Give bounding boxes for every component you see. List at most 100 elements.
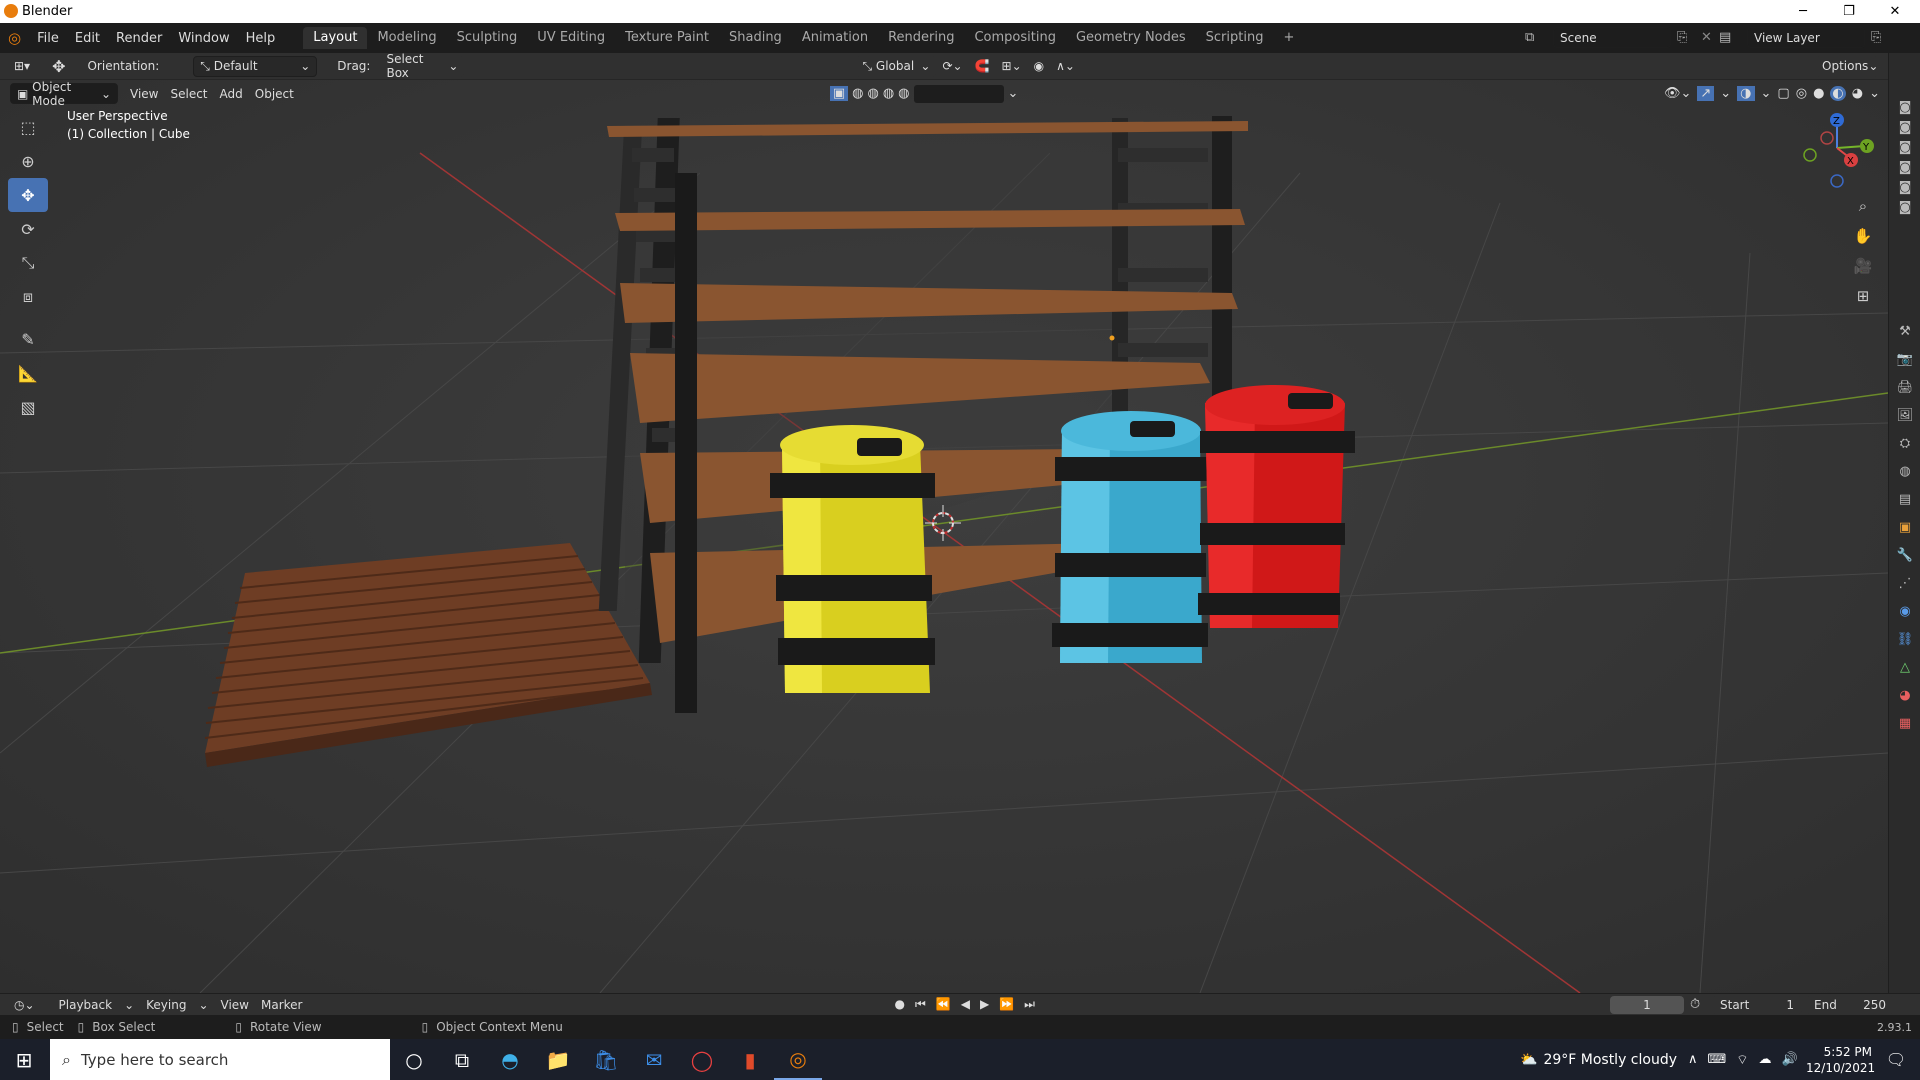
rotate-icon[interactable]: ⟳: [8, 212, 48, 246]
snap-icon[interactable]: 🧲: [969, 59, 996, 73]
menu-render[interactable]: Render: [108, 31, 170, 46]
office-icon[interactable]: ▮: [726, 1039, 774, 1080]
next-keyframe-icon[interactable]: ⏩: [999, 997, 1014, 1012]
keying-chevron-icon[interactable]: ⌄: [192, 998, 214, 1012]
data-properties-icon[interactable]: △: [1889, 653, 1920, 681]
tab-texture-paint[interactable]: Texture Paint: [615, 27, 719, 49]
search-input[interactable]: [913, 84, 1004, 103]
add-workspace-button[interactable]: +: [1273, 27, 1304, 49]
tab-animation[interactable]: Animation: [792, 27, 878, 49]
hand-icon[interactable]: ✋: [1850, 223, 1876, 249]
constraint-properties-icon[interactable]: ⛓: [1889, 625, 1920, 653]
current-frame-field[interactable]: 1: [1610, 995, 1684, 1014]
camera-icon[interactable]: 🎥: [1850, 253, 1876, 279]
opera-browser-icon[interactable]: ◯: [678, 1039, 726, 1080]
select-new-icon[interactable]: ▣: [829, 86, 849, 101]
record-icon[interactable]: ●: [894, 997, 904, 1012]
gizmo-toggle-icon[interactable]: ↗: [1697, 86, 1715, 101]
gizmo-chevron-icon[interactable]: ⌄: [1720, 86, 1731, 101]
collection-properties-icon[interactable]: ▤: [1889, 485, 1920, 513]
view-layer-icon[interactable]: ▤: [1719, 30, 1747, 45]
pivot-icon[interactable]: ⟳⌄: [936, 59, 968, 73]
snap-target-icon[interactable]: ⊞⌄: [996, 59, 1028, 73]
camera-icon[interactable]: ◙: [1889, 157, 1920, 177]
physics-properties-icon[interactable]: ◉: [1889, 597, 1920, 625]
grid-icon[interactable]: ⊞: [1850, 283, 1876, 309]
menu-select[interactable]: Select: [164, 87, 213, 101]
view-layer-new-icon[interactable]: ⎘: [1871, 30, 1895, 45]
tab-modeling[interactable]: Modeling: [367, 27, 446, 49]
preview-range-icon[interactable]: ⏱: [1690, 997, 1700, 1012]
view-layer-field[interactable]: View Layer: [1747, 27, 1865, 48]
notification-icon[interactable]: 🗨: [1872, 1039, 1920, 1080]
texture-properties-icon[interactable]: ▦: [1889, 709, 1920, 737]
timeline-view-menu[interactable]: View: [215, 998, 255, 1012]
playback-chevron-icon[interactable]: ⌄: [118, 998, 140, 1012]
3d-viewport[interactable]: [0, 53, 1888, 993]
menu-file[interactable]: File: [29, 31, 67, 46]
scene-new-icon[interactable]: ⎘: [1677, 30, 1701, 45]
editor-type-icon[interactable]: ⊞▾: [8, 59, 36, 73]
select-extend-icon[interactable]: ◍: [852, 86, 863, 101]
maximize-button[interactable]: ❐: [1826, 0, 1872, 23]
device-icon[interactable]: ⌨: [1708, 1052, 1727, 1068]
tab-sculpting[interactable]: Sculpting: [447, 27, 528, 49]
select-intersect-icon[interactable]: ◍: [898, 86, 909, 101]
chevron-up-icon[interactable]: ∧: [1688, 1052, 1698, 1068]
material-properties-icon[interactable]: ◕: [1889, 681, 1920, 709]
jump-end-icon[interactable]: ⏭: [1024, 997, 1035, 1012]
blender-menu-icon[interactable]: ◎: [0, 29, 29, 47]
measure-icon[interactable]: 📐: [8, 356, 48, 390]
menu-help[interactable]: Help: [238, 31, 284, 46]
scene-name-field[interactable]: Scene: [1553, 27, 1671, 48]
onedrive-icon[interactable]: ☁: [1759, 1052, 1772, 1068]
menu-add[interactable]: Add: [214, 87, 249, 101]
output-properties-icon[interactable]: 🖨: [1889, 373, 1920, 401]
render-properties-icon[interactable]: 📷: [1889, 345, 1920, 373]
world-properties-icon[interactable]: ◍: [1889, 457, 1920, 485]
tab-geometry-nodes[interactable]: Geometry Nodes: [1066, 27, 1196, 49]
weather-widget[interactable]: ⛅ 29°F Mostly cloudy: [1520, 1052, 1677, 1068]
mail-icon[interactable]: ✉: [630, 1039, 678, 1080]
rendered-shading-icon[interactable]: ◕: [1852, 86, 1863, 101]
edge-browser-icon[interactable]: ◓: [486, 1039, 534, 1080]
select-invert-icon[interactable]: ◍: [883, 86, 894, 101]
tab-compositing[interactable]: Compositing: [964, 27, 1066, 49]
select-box-icon[interactable]: ⬚: [8, 110, 48, 144]
prev-keyframe-icon[interactable]: ⏪: [936, 997, 951, 1012]
menu-window[interactable]: Window: [170, 31, 237, 46]
taskbar-search-box[interactable]: ⌕ Type here to search: [50, 1039, 390, 1080]
tab-uv-editing[interactable]: UV Editing: [527, 27, 615, 49]
select-subtract-icon[interactable]: ◍: [867, 86, 878, 101]
cursor-icon[interactable]: ⊕: [8, 144, 48, 178]
wireframe-shading-icon[interactable]: ◎: [1796, 86, 1807, 101]
cortana-icon[interactable]: ○: [390, 1039, 438, 1080]
zoom-icon[interactable]: ⌕: [1850, 193, 1876, 219]
camera-icon[interactable]: ◙: [1889, 97, 1920, 117]
scale-icon[interactable]: ⤡: [8, 246, 48, 280]
wifi-icon[interactable]: ⌔: [1736, 1052, 1748, 1068]
tab-scripting[interactable]: Scripting: [1196, 27, 1274, 49]
scene-close-icon[interactable]: ✕: [1701, 30, 1719, 45]
drag-dropdown[interactable]: Select Box ⌄: [380, 52, 465, 80]
transform-icon[interactable]: ⧈: [8, 280, 48, 314]
filter-chevron-icon[interactable]: ⌄: [1008, 86, 1019, 101]
shading-chevron-icon[interactable]: ⌄: [1869, 86, 1880, 101]
annotate-icon[interactable]: ✎: [8, 322, 48, 356]
visibility-icon[interactable]: 👁⌄: [1664, 86, 1691, 101]
camera-icon[interactable]: ◙: [1889, 177, 1920, 197]
marker-menu[interactable]: Marker: [255, 998, 308, 1012]
jump-start-icon[interactable]: ⏮: [915, 997, 926, 1012]
keying-menu[interactable]: Keying: [140, 998, 192, 1012]
start-frame-field[interactable]: Start 1: [1712, 995, 1802, 1014]
end-frame-field[interactable]: End 250: [1806, 995, 1894, 1014]
menu-object[interactable]: Object: [249, 87, 300, 101]
overlay-toggle-icon[interactable]: ◑: [1737, 86, 1755, 101]
volume-icon[interactable]: 🔊: [1782, 1052, 1798, 1068]
solid-shading-icon[interactable]: ●: [1813, 86, 1824, 101]
windows-start-icon[interactable]: ⊞: [0, 1039, 48, 1080]
menu-view[interactable]: View: [124, 87, 164, 101]
task-view-icon[interactable]: ⧉: [438, 1039, 486, 1080]
material-shading-icon[interactable]: ◐: [1830, 86, 1846, 101]
options-dropdown[interactable]: Options ⌄: [1816, 55, 1878, 77]
